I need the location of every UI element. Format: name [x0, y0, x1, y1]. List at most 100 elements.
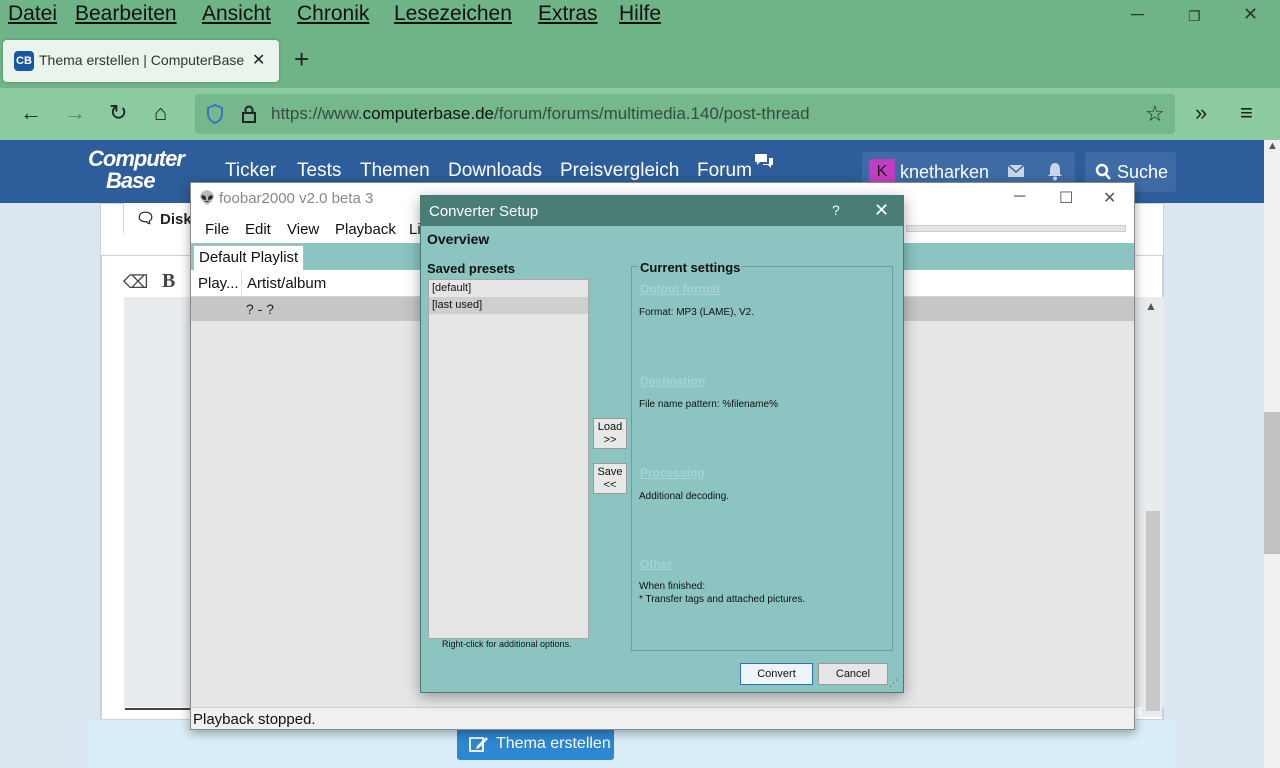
- reload-icon[interactable]: ↻: [109, 102, 127, 124]
- nav-preisvergleich[interactable]: Preisvergleich: [560, 160, 679, 182]
- column-separator[interactable]: [241, 270, 242, 297]
- tab-close-icon[interactable]: ✕: [252, 50, 265, 70]
- overflow-chevrons-icon[interactable]: »: [1195, 102, 1207, 124]
- forward-arrow-icon[interactable]: →: [64, 102, 86, 124]
- url-prefix: https://www.: [271, 104, 363, 123]
- browser-tab[interactable]: CB Thema erstellen | ComputerBase ✕: [3, 40, 279, 82]
- nav-downloads[interactable]: Downloads: [448, 160, 542, 182]
- output-format-link[interactable]: Output format: [640, 282, 720, 296]
- bold-button[interactable]: B: [162, 270, 175, 293]
- playlist-tab-default[interactable]: Default Playlist: [193, 245, 304, 270]
- new-tab-plus-icon[interactable]: +: [294, 46, 309, 72]
- nav-forum[interactable]: Forum: [697, 160, 752, 182]
- converter-titlebar[interactable]: Converter Setup ? ✕: [421, 196, 903, 226]
- other-value: When finished: * Transfer tags and attac…: [639, 581, 806, 605]
- foobar-alien-icon: 👽: [199, 190, 216, 205]
- chat-bubbles-icon: [755, 154, 773, 168]
- tab-diskussion-label: Disk: [160, 211, 192, 228]
- editor-scrollbar[interactable]: ▲: [1142, 297, 1162, 717]
- foobar-menu-library[interactable]: Li: [409, 221, 421, 238]
- preset-hint: Right-click for additional options.: [442, 639, 572, 649]
- mail-icon[interactable]: [1007, 163, 1025, 179]
- help-icon[interactable]: ?: [832, 202, 840, 218]
- column-playing[interactable]: Play...: [198, 275, 239, 292]
- page-scrollbar-thumb[interactable]: [1264, 412, 1280, 554]
- menu-lesezeichen-label: Lesezeichen: [394, 2, 512, 25]
- tab-title: Thema erstellen | ComputerBase: [39, 52, 245, 68]
- preset-list[interactable]: [default] [last used]: [428, 279, 589, 639]
- discussion-bubble-icon: 🗨: [136, 210, 156, 227]
- username: knetharken: [900, 162, 990, 182]
- seek-bar[interactable]: [906, 225, 1126, 232]
- foobar-menu-playback[interactable]: Playback: [335, 221, 396, 238]
- bookmark-star-icon[interactable]: ☆: [1145, 101, 1165, 127]
- convert-button[interactable]: Convert: [740, 663, 813, 685]
- computerbase-favicon-icon: CB: [14, 51, 34, 71]
- lock-icon[interactable]: [241, 104, 257, 124]
- menu-hilfe[interactable]: Hilfe: [619, 2, 661, 26]
- foobar-menu-view[interactable]: View: [287, 221, 319, 238]
- row-artist-album: ? - ?: [246, 301, 275, 317]
- thema-erstellen-button[interactable]: Thema erstellen: [457, 728, 614, 760]
- foobar-maximize-icon[interactable]: ☐: [1059, 188, 1073, 208]
- menu-bearbeiten[interactable]: Bearbeiten: [75, 2, 177, 26]
- restore-icon[interactable]: ❐: [1188, 8, 1201, 25]
- nav-tests[interactable]: Tests: [297, 160, 341, 182]
- foobar-menu-edit[interactable]: Edit: [245, 221, 271, 238]
- eraser-icon[interactable]: ⌫: [123, 272, 148, 293]
- foobar-title: foobar2000 v2.0 beta 3: [219, 190, 374, 207]
- menu-extras[interactable]: Extras: [538, 2, 598, 26]
- status-bar: Playback stopped.: [191, 707, 1134, 729]
- edit-icon: [469, 737, 488, 752]
- menu-bearbeiten-label: Bearbeiten: [75, 2, 177, 25]
- menu-datei[interactable]: Datei: [8, 2, 57, 26]
- page-scrollbar[interactable]: ▲: [1264, 140, 1280, 768]
- nav-themen[interactable]: Themen: [360, 160, 430, 182]
- save-button[interactable]: Save <<: [593, 463, 627, 494]
- menu-chronik-label: Chronik: [297, 2, 370, 25]
- converter-close-icon[interactable]: ✕: [874, 200, 889, 221]
- scrollbar-thumb[interactable]: [1146, 511, 1160, 711]
- column-artist-album[interactable]: Artist/album: [247, 275, 326, 292]
- close-window-icon[interactable]: ✕: [1243, 4, 1258, 25]
- nav-ticker[interactable]: Ticker: [225, 160, 276, 182]
- foobar-close-icon[interactable]: ✕: [1103, 188, 1116, 208]
- playlist-tab-label: Default Playlist: [199, 249, 299, 266]
- menu-hilfe-label: Hilfe: [619, 2, 662, 25]
- foobar-menu-file[interactable]: File: [205, 221, 229, 238]
- page-scroll-up-icon[interactable]: ▲: [1267, 140, 1278, 152]
- navigation-bar: ← → ↻ ⌂ https://www.computerbase.de/foru…: [0, 88, 1280, 140]
- other-link[interactable]: Other: [640, 557, 672, 571]
- menu-datei-label: Datei: [8, 2, 58, 25]
- scroll-up-arrow-icon[interactable]: ▲: [1145, 299, 1157, 313]
- processing-link[interactable]: Processing: [640, 466, 705, 480]
- hamburger-menu-icon[interactable]: ≡: [1240, 102, 1253, 124]
- menu-extras-label: Extras: [538, 2, 598, 25]
- converter-title: Converter Setup: [429, 203, 539, 220]
- back-arrow-icon[interactable]: ←: [20, 102, 42, 124]
- resize-grip-icon[interactable]: ⋰: [889, 678, 898, 689]
- processing-value: Additional decoding.: [639, 491, 730, 502]
- foobar-minimize-icon[interactable]: ─: [1014, 188, 1025, 206]
- computerbase-logo[interactable]: Computer Base: [88, 146, 200, 198]
- browser-menubar: Datei Bearbeiten Ansicht Chronik Lesezei…: [0, 0, 1280, 30]
- list-item[interactable]: [default]: [429, 280, 588, 297]
- menu-lesezeichen[interactable]: Lesezeichen: [394, 2, 512, 26]
- tracking-shield-icon[interactable]: [207, 104, 223, 124]
- url-text[interactable]: https://www.computerbase.de/forum/forums…: [271, 104, 810, 124]
- load-button[interactable]: Load >>: [593, 418, 627, 449]
- url-domain: computerbase.de: [362, 104, 495, 123]
- home-icon[interactable]: ⌂: [154, 102, 167, 124]
- bell-icon[interactable]: [1046, 161, 1064, 181]
- minimize-icon[interactable]: ─: [1131, 4, 1144, 25]
- list-item-selected[interactable]: [last used]: [429, 297, 588, 314]
- menu-ansicht-label: Ansicht: [202, 2, 271, 25]
- converter-setup-dialog: Converter Setup ? ✕ Overview Saved prese…: [420, 195, 904, 693]
- menu-chronik[interactable]: Chronik: [297, 2, 369, 26]
- logo-line2: Base: [106, 168, 156, 193]
- url-bar[interactable]: https://www.computerbase.de/forum/forums…: [195, 94, 1175, 134]
- current-settings-label: Current settings: [638, 260, 743, 275]
- cancel-button[interactable]: Cancel: [818, 663, 888, 685]
- destination-link[interactable]: Destination: [640, 374, 705, 388]
- menu-ansicht[interactable]: Ansicht: [202, 2, 271, 26]
